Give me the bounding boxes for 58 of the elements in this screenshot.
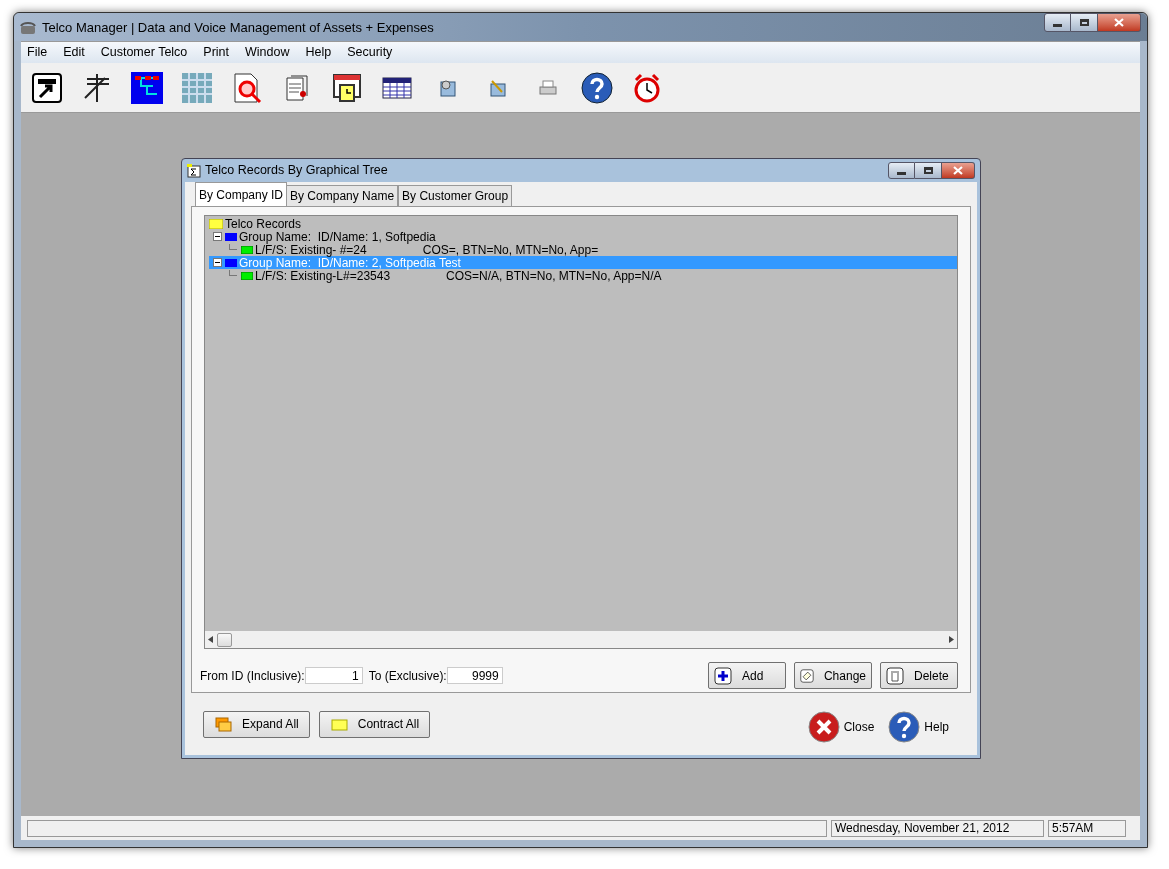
collapse-toggle[interactable] bbox=[212, 258, 222, 267]
folder-icon bbox=[209, 218, 223, 229]
dialog-button[interactable]: Close bbox=[807, 711, 875, 743]
dialog-button[interactable]: Help bbox=[888, 711, 949, 743]
line-icon bbox=[241, 245, 253, 254]
folder-icon bbox=[225, 232, 237, 241]
trash-icon bbox=[886, 666, 904, 685]
menu-item[interactable]: Window bbox=[245, 43, 290, 62]
document-search-icon[interactable] bbox=[231, 71, 263, 104]
tree-button[interactable]: Contract All bbox=[318, 710, 431, 738]
close-icon bbox=[807, 711, 840, 743]
field-label: To (Exclusive): bbox=[368, 667, 447, 685]
exit-icon[interactable] bbox=[31, 71, 63, 104]
tab[interactable]: By Customer Group bbox=[398, 185, 513, 206]
close-icon bbox=[953, 166, 963, 175]
horizontal-scrollbar[interactable] bbox=[205, 631, 957, 648]
menu-item[interactable]: Security bbox=[347, 43, 393, 62]
window-title: Telco Manager | Data and Voice Management of Assets + Expenses bbox=[42, 19, 434, 37]
minimize-button[interactable] bbox=[888, 162, 915, 179]
tree-button[interactable]: Expand All bbox=[203, 710, 310, 738]
tab[interactable]: By Company Name bbox=[286, 185, 399, 206]
dialog-title: Telco Records By Graphical Tree bbox=[205, 162, 388, 180]
record-button[interactable]: Change bbox=[794, 662, 872, 689]
folders-icon bbox=[214, 715, 232, 733]
scroll-right-icon[interactable] bbox=[949, 636, 954, 643]
menu-item[interactable]: Customer Telco bbox=[100, 43, 188, 62]
minimize-button[interactable] bbox=[1044, 13, 1071, 32]
status-time: 5:57AM bbox=[1048, 819, 1126, 837]
scroll-thumb[interactable] bbox=[217, 632, 232, 647]
maximize-button[interactable] bbox=[1071, 13, 1098, 32]
maximize-button[interactable] bbox=[915, 162, 942, 179]
phone-icon bbox=[20, 20, 36, 35]
menu-item[interactable]: Print bbox=[203, 43, 229, 62]
record-button[interactable]: Delete bbox=[880, 662, 958, 689]
org-chart-icon[interactable] bbox=[131, 71, 163, 104]
status-date: Wednesday, November 21, 2012 bbox=[831, 819, 1044, 837]
menu-item[interactable]: Edit bbox=[63, 43, 85, 62]
item-details: COS=N/A, BTN=No, MTN=No, App=N/A bbox=[446, 267, 662, 285]
line-icon bbox=[241, 271, 253, 280]
sigma-icon bbox=[187, 163, 201, 178]
record-button[interactable]: Add bbox=[708, 662, 786, 689]
close-button[interactable] bbox=[1098, 13, 1141, 32]
from-id-field[interactable]: 1 bbox=[304, 667, 363, 684]
scroll-left-icon[interactable] bbox=[208, 636, 213, 643]
close-icon bbox=[1114, 18, 1124, 27]
menu-item[interactable]: File bbox=[27, 43, 48, 62]
calendar-clock-icon[interactable] bbox=[331, 71, 363, 104]
help-icon[interactable] bbox=[581, 71, 613, 104]
close-button[interactable] bbox=[942, 162, 975, 179]
folder-icon bbox=[225, 258, 237, 267]
plus-icon bbox=[714, 666, 732, 685]
edit-icon bbox=[800, 666, 814, 685]
to-id-field[interactable]: 9999 bbox=[446, 667, 503, 684]
collapse-toggle[interactable] bbox=[212, 232, 222, 241]
tab[interactable]: By Company ID bbox=[195, 182, 288, 206]
field-label: From ID (Inclusive): bbox=[200, 667, 305, 685]
menu-item[interactable]: Help bbox=[305, 43, 332, 62]
help-icon bbox=[888, 711, 921, 743]
